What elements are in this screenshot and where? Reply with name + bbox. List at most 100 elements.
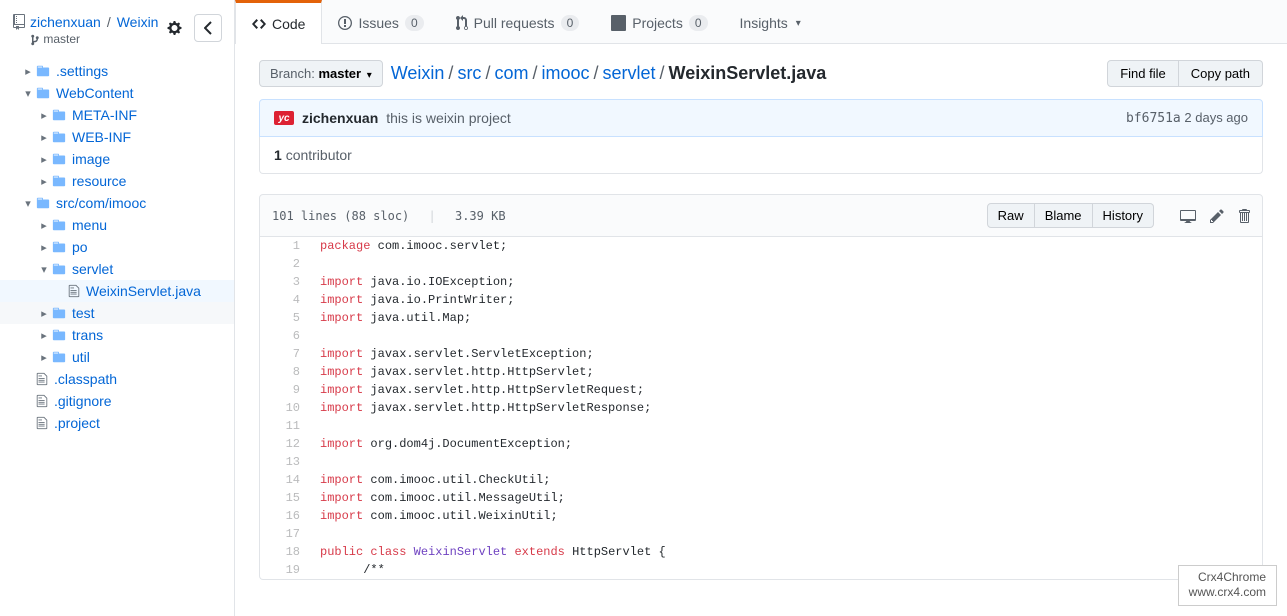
tree-item-weixinservlet-java[interactable]: WeixinServlet.java <box>0 280 234 302</box>
tree-item-label: WeixinServlet.java <box>86 283 201 299</box>
file-lines: 101 lines (88 sloc) <box>272 209 409 223</box>
tree-item-label: .project <box>54 415 100 431</box>
tab-issues[interactable]: Issues 0 <box>322 0 439 43</box>
code-line[interactable]: /** <box>310 561 1262 579</box>
code-line[interactable] <box>310 525 1262 543</box>
tree-item--gitignore[interactable]: .gitignore <box>0 390 234 412</box>
tree-item--settings[interactable]: .settings <box>0 60 234 82</box>
line-number[interactable]: 4 <box>260 291 310 309</box>
tree-item-src-com-imooc[interactable]: src/com/imooc <box>0 192 234 214</box>
line-number[interactable]: 2 <box>260 255 310 273</box>
code-line[interactable]: import javax.servlet.http.HttpServlet; <box>310 363 1262 381</box>
tree-item--project[interactable]: .project <box>0 412 234 434</box>
code-line[interactable]: import java.io.PrintWriter; <box>310 291 1262 309</box>
commit-info-box: yc zichenxuan this is weixin project bf6… <box>259 99 1263 137</box>
code-line[interactable]: public class WeixinServlet extends HttpS… <box>310 543 1262 561</box>
blame-button[interactable]: Blame <box>1035 203 1093 228</box>
repo-tabs: Code Issues 0 Pull requests 0 Projects 0… <box>235 0 1287 44</box>
chevron-icon <box>36 241 52 254</box>
settings-button[interactable] <box>160 14 188 42</box>
raw-button[interactable]: Raw <box>987 203 1035 228</box>
line-number[interactable]: 7 <box>260 345 310 363</box>
chevron-icon <box>36 263 52 276</box>
line-number[interactable]: 6 <box>260 327 310 345</box>
line-number[interactable]: 16 <box>260 507 310 525</box>
code-line[interactable] <box>310 327 1262 345</box>
code-line[interactable]: package com.imooc.servlet; <box>310 237 1262 255</box>
line-number[interactable]: 18 <box>260 543 310 561</box>
branch-indicator: master <box>30 32 158 46</box>
code-line[interactable]: import org.dom4j.DocumentException; <box>310 435 1262 453</box>
line-number[interactable]: 9 <box>260 381 310 399</box>
line-number[interactable]: 12 <box>260 435 310 453</box>
line-number[interactable]: 1 <box>260 237 310 255</box>
tree-item-trans[interactable]: trans <box>0 324 234 346</box>
tab-insights[interactable]: Insights ▾ <box>724 0 817 43</box>
delete-icon[interactable] <box>1238 208 1250 224</box>
tree-item-util[interactable]: util <box>0 346 234 368</box>
tab-code[interactable]: Code <box>235 0 322 44</box>
tree-item-label: image <box>72 151 110 167</box>
line-number[interactable]: 10 <box>260 399 310 417</box>
code-line[interactable]: import com.imooc.util.WeixinUtil; <box>310 507 1262 525</box>
code-line[interactable] <box>310 255 1262 273</box>
line-number[interactable]: 19 <box>260 561 310 579</box>
copy-path-button[interactable]: Copy path <box>1179 60 1263 87</box>
tab-pull-requests[interactable]: Pull requests 0 <box>440 0 596 43</box>
tree-item-meta-inf[interactable]: META-INF <box>0 104 234 126</box>
tree-item-web-inf[interactable]: WEB-INF <box>0 126 234 148</box>
find-file-button[interactable]: Find file <box>1107 60 1179 87</box>
line-number[interactable]: 3 <box>260 273 310 291</box>
commit-author[interactable]: zichenxuan <box>302 110 378 126</box>
contributors-box: 1 contributor <box>259 137 1263 174</box>
code-line[interactable]: import javax.servlet.ServletException; <box>310 345 1262 363</box>
breadcrumb-link[interactable]: com <box>494 63 528 83</box>
branch-select-button[interactable]: Branch: master ▾ <box>259 60 383 87</box>
tab-projects[interactable]: Projects 0 <box>595 0 723 43</box>
code-line[interactable] <box>310 453 1262 471</box>
tree-item-resource[interactable]: resource <box>0 170 234 192</box>
code-line[interactable]: import javax.servlet.http.HttpServletReq… <box>310 381 1262 399</box>
tree-item--classpath[interactable]: .classpath <box>0 368 234 390</box>
line-number[interactable]: 8 <box>260 363 310 381</box>
line-number[interactable]: 14 <box>260 471 310 489</box>
code-line[interactable] <box>310 417 1262 435</box>
chevron-icon <box>20 65 36 78</box>
line-number[interactable]: 5 <box>260 309 310 327</box>
desktop-icon[interactable] <box>1180 208 1196 224</box>
code-line[interactable]: import com.imooc.util.CheckUtil; <box>310 471 1262 489</box>
breadcrumb-link[interactable]: Weixin <box>391 63 445 83</box>
repo-name-link[interactable]: Weixin <box>117 14 159 30</box>
line-number[interactable]: 17 <box>260 525 310 543</box>
file-size: 3.39 KB <box>455 209 506 223</box>
breadcrumb-link[interactable]: servlet <box>603 63 656 83</box>
line-number[interactable]: 13 <box>260 453 310 471</box>
breadcrumb-link[interactable]: imooc <box>541 63 589 83</box>
repo-owner-link[interactable]: zichenxuan <box>30 14 101 30</box>
collapse-sidebar-button[interactable] <box>194 14 222 42</box>
tree-item-menu[interactable]: menu <box>0 214 234 236</box>
tree-item-webcontent[interactable]: WebContent <box>0 82 234 104</box>
edit-icon[interactable] <box>1210 208 1224 224</box>
tree-item-label: trans <box>72 327 103 343</box>
tree-item-image[interactable]: image <box>0 148 234 170</box>
commit-sha[interactable]: bf6751a <box>1126 111 1181 126</box>
breadcrumb-link[interactable]: src <box>457 63 481 83</box>
code-line[interactable]: import com.imooc.util.MessageUtil; <box>310 489 1262 507</box>
file-header: 101 lines (88 sloc) | 3.39 KB Raw Blame … <box>259 194 1263 237</box>
code-line[interactable]: import java.util.Map; <box>310 309 1262 327</box>
line-number[interactable]: 15 <box>260 489 310 507</box>
tree-item-po[interactable]: po <box>0 236 234 258</box>
commit-message[interactable]: this is weixin project <box>386 110 511 126</box>
code-line[interactable]: import javax.servlet.http.HttpServletRes… <box>310 399 1262 417</box>
chevron-icon <box>20 197 36 210</box>
chevron-icon <box>36 131 52 144</box>
tree-item-servlet[interactable]: servlet <box>0 258 234 280</box>
tree-item-label: .classpath <box>54 371 117 387</box>
sidebar: zichenxuan / Weixin master .settingsWebC… <box>0 0 235 616</box>
line-number[interactable]: 11 <box>260 417 310 435</box>
tree-item-label: .gitignore <box>54 393 112 409</box>
code-line[interactable]: import java.io.IOException; <box>310 273 1262 291</box>
history-button[interactable]: History <box>1093 203 1154 228</box>
tree-item-test[interactable]: test <box>0 302 234 324</box>
